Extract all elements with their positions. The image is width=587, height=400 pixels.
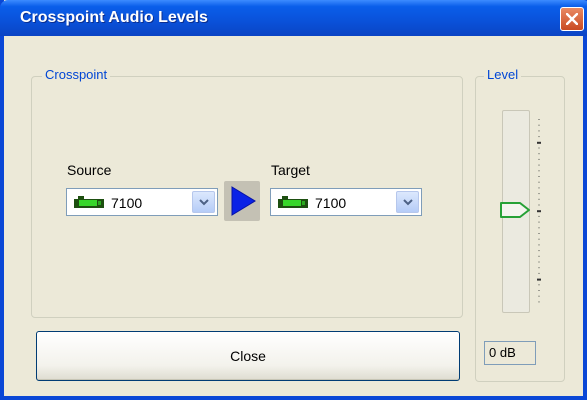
slider-tick [538, 119, 540, 120]
window-title: Crosspoint Audio Levels [20, 9, 208, 26]
slider-tick [538, 227, 540, 229]
slider-tick [537, 278, 541, 281]
slider-tick [538, 164, 540, 166]
slider-tick [538, 124, 540, 126]
slider-tick [538, 250, 540, 252]
slider-tick [538, 255, 540, 257]
slider-tick [538, 136, 540, 138]
source-label: Source [67, 162, 112, 178]
slider-tick [538, 130, 540, 132]
source-dropdown-arrow[interactable] [192, 191, 215, 213]
level-readout: 0 dB [484, 341, 536, 365]
route-arrow-button[interactable] [224, 181, 260, 221]
target-dropdown-arrow[interactable] [396, 191, 419, 213]
slider-tick [538, 176, 540, 177]
slider-tick [538, 193, 540, 195]
slider-tick [538, 158, 540, 160]
crosspoint-group-label: Crosspoint [42, 67, 111, 82]
slider-tick [538, 204, 540, 206]
slider-tick [538, 244, 540, 246]
slider-tick [538, 284, 540, 286]
source-value: 7100 [111, 195, 143, 211]
slider-tick [538, 301, 540, 303]
slider-tick [538, 147, 540, 149]
slider-tick [538, 295, 540, 297]
slider-tick [538, 221, 540, 223]
target-dropdown[interactable]: 7100 [270, 188, 422, 216]
slider-tick [538, 153, 540, 155]
slider-tick [538, 170, 540, 172]
chevron-down-icon [199, 199, 209, 206]
slider-tick [538, 181, 540, 183]
slider-tick [538, 238, 540, 240]
slider-tick [538, 267, 540, 269]
slider-tick [538, 198, 540, 200]
slider-tick [538, 233, 540, 234]
close-button[interactable]: Close [36, 331, 460, 381]
chevron-down-icon [403, 199, 413, 206]
green-device-icon [74, 196, 104, 208]
slider-tick [538, 272, 540, 274]
window-close-button[interactable] [560, 7, 584, 31]
level-slider-ticks [537, 119, 541, 303]
play-arrow-icon [231, 186, 256, 216]
level-group-label: Level [484, 67, 522, 82]
crosspoint-audio-levels-dialog: Crosspoint Audio Levels Crosspoint Sourc… [0, 0, 587, 400]
slider-tick [537, 210, 541, 213]
slider-tick [538, 261, 540, 263]
slider-tick [537, 141, 541, 144]
target-label: Target [271, 162, 310, 178]
level-slider-thumb[interactable] [500, 202, 532, 218]
target-value: 7100 [315, 195, 347, 211]
slider-tick [538, 215, 540, 217]
slider-tick [538, 187, 540, 189]
green-device-icon [278, 196, 308, 208]
close-icon [566, 13, 578, 25]
slider-tick [538, 290, 540, 291]
source-dropdown[interactable]: 7100 [66, 188, 218, 216]
title-bar: Crosspoint Audio Levels [0, 0, 587, 36]
